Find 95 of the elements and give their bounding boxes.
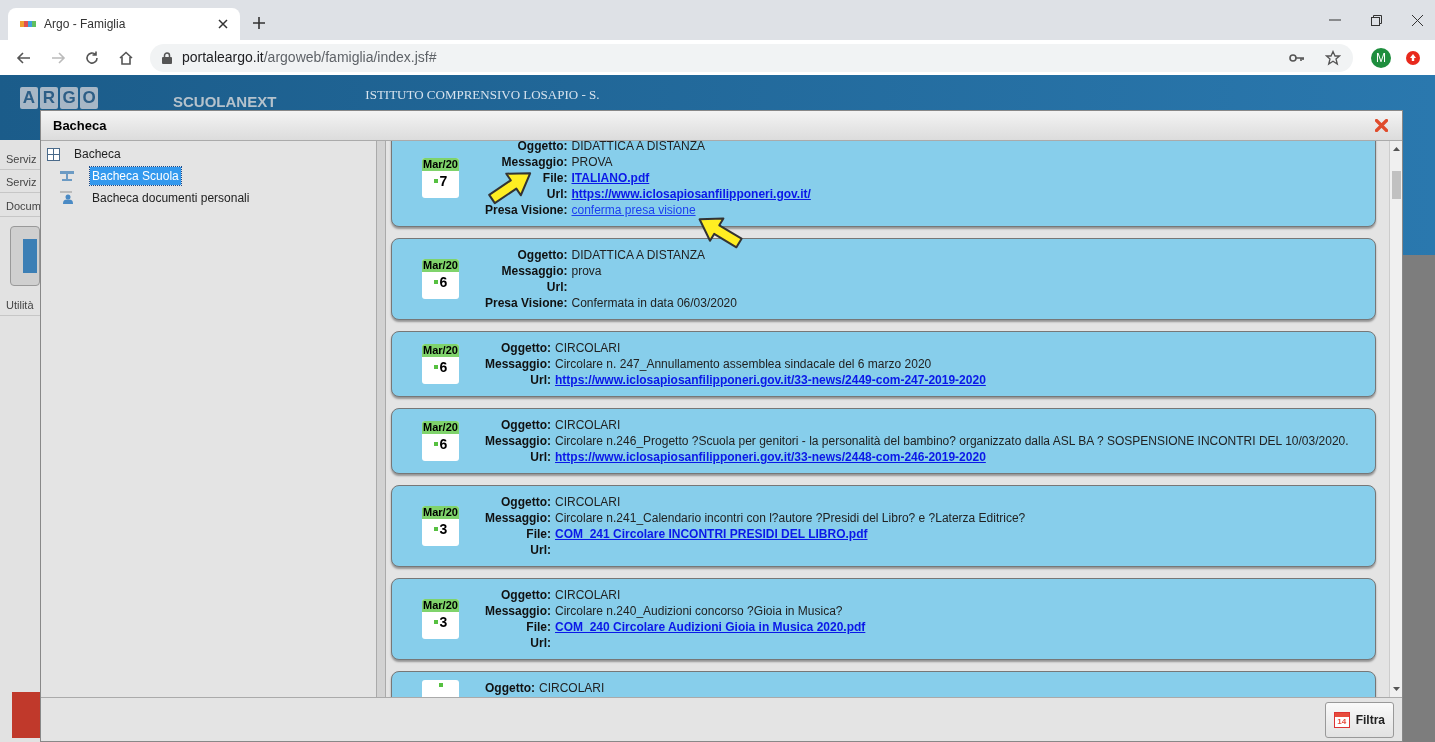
close-icon[interactable] (1412, 14, 1423, 26)
field-value: Circolare n.246_Progetto ?Scuola per genitori - la personalità del bambino? organizzato dalla ASL BA ? SOSPENSIONE INCONTRI DEL 10/03/2020. (555, 433, 1349, 449)
logo-letter: G (60, 87, 78, 109)
new-tab-icon[interactable] (252, 16, 266, 30)
field-value: Circolare n. 247_Annullamento assemblea sindacale del 6 marzo 2020 (555, 356, 933, 372)
calendar-month: Mar/20 (422, 344, 459, 357)
link[interactable]: conferma presa visione (571, 202, 696, 218)
field-value: PROVA (571, 154, 614, 170)
field-label: Oggetto: (516, 247, 569, 263)
calendar-day: 7 (439, 174, 448, 188)
scroll-thumb[interactable] (1391, 171, 1401, 199)
app-tile[interactable] (10, 226, 40, 286)
back-icon[interactable] (16, 49, 32, 66)
favicon-icon (20, 21, 36, 27)
calendar-month: Mar/20 (422, 599, 459, 612)
field-label: Url: (545, 279, 569, 295)
app-tile[interactable] (12, 692, 40, 738)
address-bar[interactable]: portaleargo.it/argoweb/famiglia/index.jsf# (150, 43, 1353, 72)
extension-icon[interactable] (1405, 49, 1421, 66)
field-label: Messaggio: (485, 603, 552, 619)
folder-grid-icon[interactable] (47, 147, 60, 161)
field-value: Confermata in data 06/03/2020 (571, 295, 737, 311)
calendar-day: 6 (439, 360, 448, 374)
field-label: Url: (529, 635, 552, 651)
field-label: File: (525, 526, 552, 542)
field-value: DIDATTICA A DISTANZA (571, 141, 707, 154)
field-label: Messaggio: (500, 263, 569, 279)
link[interactable]: COM_241 Circolare INCONTRI PRESIDI DEL LIBRO.pdf (555, 526, 868, 542)
calendar-month: Mar/20 (422, 421, 459, 434)
field-label: Oggetto: (500, 494, 552, 510)
field-label: Url: (545, 186, 569, 202)
link[interactable]: ITALIANO.pdf (571, 170, 650, 186)
scroll-up-icon[interactable] (1392, 147, 1400, 151)
calendar-month: Mar/20 (422, 259, 459, 272)
calendar-day: 3 (439, 615, 448, 629)
product-name: SCUOLANEXT (173, 94, 277, 109)
pointer-arrow (488, 172, 532, 205)
field-value: Circolare n.241_Calendario incontri con l?autore ?Presidi del Libro? e ?Laterza Editrice? (555, 510, 1026, 526)
link[interactable]: COM_240 Circolare Audizioni Gioia in Musica 2020.pdf (555, 619, 866, 635)
field-label: Messaggio: (485, 510, 552, 526)
link[interactable]: https://www.iclosapiosanfilipponeri.gov.it/33-news/2449-com-247-2019-2020 (555, 372, 986, 388)
filter-button[interactable]: 14 Filtra (1324, 701, 1394, 738)
home-icon[interactable] (118, 49, 134, 66)
logo-letter: A (20, 87, 38, 109)
field-label: Messaggio: (485, 433, 552, 449)
tab-title: Argo - Famiglia (44, 16, 127, 33)
logo-letter: R (40, 87, 58, 109)
calendar-icon: 14 (1333, 711, 1350, 728)
field-value: CIRCOLARI (555, 587, 622, 603)
field-label: Messaggio: (485, 356, 552, 372)
field-label: Messaggio: (500, 154, 569, 170)
dialog-title: Bacheca (53, 116, 107, 135)
tree-item[interactable]: Bacheca (74, 145, 121, 163)
scrollbar[interactable] (1389, 141, 1402, 697)
link[interactable]: https://www.iclosapiosanfilipponeri.gov.it/33-news/2448-com-246-2019-2020 (555, 449, 986, 465)
field-value: DIDATTICA A DISTANZA (571, 247, 707, 263)
lock-icon (162, 51, 172, 64)
calendar-day: 6 (439, 437, 448, 451)
calendar-day: 6 (439, 275, 448, 289)
restore-icon[interactable] (1371, 14, 1382, 26)
field-value: Circolare n.240_Audizioni concorso ?Gioia in Musica? (555, 603, 844, 619)
field-label: File: (541, 170, 569, 186)
tree-item[interactable]: Bacheca documenti personali (90, 189, 252, 207)
calendar-month: Mar/20 (422, 506, 459, 519)
calendar-month: Mar/20 (422, 158, 459, 171)
reload-icon[interactable] (84, 49, 100, 66)
pointer-arrow (698, 217, 743, 249)
field-label: Oggetto: (485, 680, 536, 696)
field-label: File: (525, 619, 552, 635)
field-label: Oggetto: (500, 417, 552, 433)
close-icon[interactable] (218, 19, 228, 29)
field-label: Url: (529, 449, 552, 465)
link[interactable]: https://www.iclosapiosanfilipponeri.gov.it/ (571, 186, 811, 202)
field-label: Url: (529, 542, 552, 558)
browser-tab[interactable]: Argo - Famiglia (8, 8, 240, 40)
school-name: ISTITUTO COMPRENSIVO LOSAPIO - S. (365, 88, 600, 101)
field-label: Oggetto: (500, 340, 552, 356)
scroll-down-icon[interactable] (1392, 687, 1400, 691)
field-value: prova (571, 263, 603, 279)
field-label: Url: (529, 372, 552, 388)
field-value: CIRCOLARI (555, 417, 622, 433)
field-value: CIRCOLARI (555, 340, 622, 356)
user-board-icon[interactable] (60, 191, 74, 205)
field-label: Oggetto: (516, 141, 569, 154)
field-label: Presa Visione: (485, 202, 569, 218)
field-value: CIRCOLARI (539, 680, 605, 696)
key-icon[interactable] (1289, 52, 1305, 63)
field-label: Presa Visione: (485, 295, 569, 311)
star-icon[interactable] (1325, 49, 1341, 66)
field-value: CIRCOLARI (555, 494, 622, 510)
calendar-day: 3 (439, 522, 448, 536)
url-text: portaleargo.it/argoweb/famiglia/index.jsf# (182, 48, 437, 67)
logo-letter: O (80, 87, 98, 109)
field-label: Oggetto: (500, 587, 552, 603)
profile-avatar[interactable]: M (1371, 47, 1391, 68)
